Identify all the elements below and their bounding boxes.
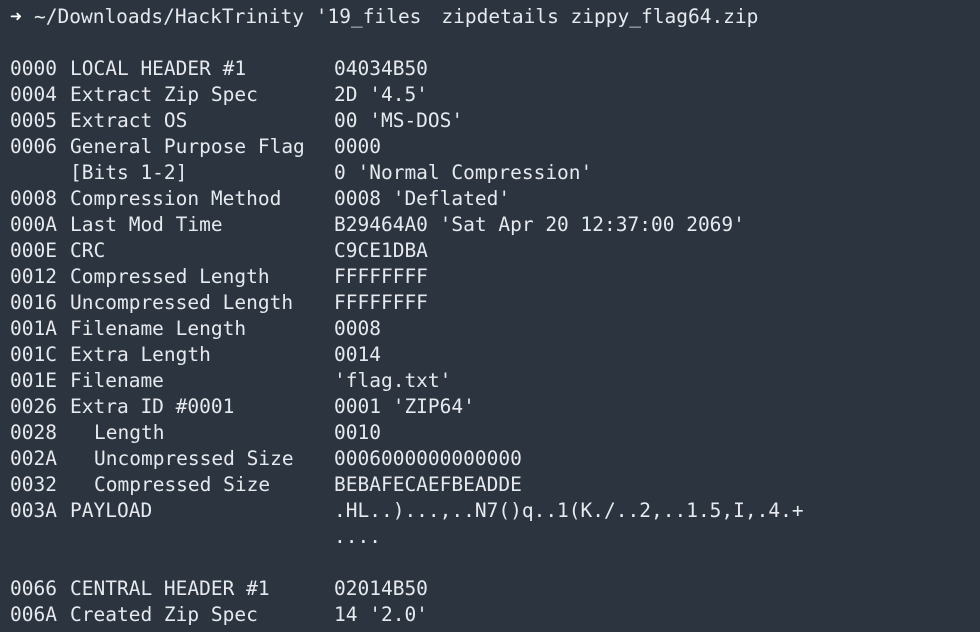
row-field-name: LOCAL HEADER #1 [70,57,247,80]
row-value: B29464A0 'Sat Apr 20 12:37:00 2069' [334,213,745,236]
row-offset: 000A [10,213,57,236]
output-row: 000A Last Mod Time B29464A0 'Sat Apr 20 12… [10,212,980,238]
row-field-name: Filename [70,369,164,392]
row-offset: 000E [10,239,57,262]
row-offset [10,160,70,186]
row-field-name: Extract OS [70,109,188,132]
row-field-name: Compressed Length [70,265,270,288]
row-field-name: Filename Length [70,317,247,340]
row-field-name: Length [94,421,165,444]
output-row: 0028 Length 0010 [10,420,980,446]
current-directory: ~/Downloads/HackTrinity '19_files [34,5,422,28]
row-field-name: Compressed Size [94,473,271,496]
prompt-arrow-icon: ➜ [10,5,22,28]
output-row: 006A Created Zip Spec 14 '2.0' [10,602,980,628]
row-field-name: Compression Method [70,187,282,210]
row-offset [10,524,70,550]
row-value: 0008 'Deflated' [334,187,511,210]
output-row: 001E Filename 'flag.txt' [10,368,980,394]
row-field-name: Uncompressed Length [70,291,294,314]
row-offset: 0016 [10,291,57,314]
row-field-name: General Purpose Flag [70,135,305,158]
output-row: 001C Extra Length 0014 [10,342,980,368]
row-offset: 0032 [10,473,57,496]
output-row: 0016 Uncompressed Length FFFFFFFF [10,290,980,316]
row-value: 0014 [334,343,381,366]
row-value: 0 'Normal Compression' [334,161,593,184]
output-row: 003A PAYLOAD .HL..)...,..N7()q..1(K./..2,.… [10,498,980,524]
row-field-name: Last Mod Time [70,213,223,236]
output-row: .... [10,524,980,550]
row-field-name: CENTRAL HEADER #1 [70,577,270,600]
row-field-name: PAYLOAD [70,499,153,522]
row-offset: 002A [10,447,57,470]
output-row: 0005 Extract OS 00 'MS-DOS' [10,108,980,134]
zipdetails-output: 0000 LOCAL HEADER #1 04034B50 0004 Extract Z… [10,56,980,550]
output-row: 0004 Extract Zip Spec 2D '4.5' [10,82,980,108]
row-offset: 0008 [10,187,57,210]
output-row: 0008 Compression Method 0008 'Deflated' [10,186,980,212]
output-row: 000E CRC C9CE1DBA [10,238,980,264]
row-field-name [70,524,334,550]
row-value: 'flag.txt' [334,369,452,392]
row-value: 0008 [334,317,381,340]
row-offset: 006A [10,603,57,626]
row-value: 0001 'ZIP64' [334,395,475,418]
output-row: 0006 General Purpose Flag 0000 [10,134,980,160]
row-value: FFFFFFFF [334,291,428,314]
row-offset: 0066 [10,577,57,600]
row-value: .HL..)...,..N7()q..1(K./..2,..1.5,I,.4.+ [334,499,804,522]
prompt-line: ➜ ~/Downloads/HackTrinity '19_files zipd… [10,4,980,30]
row-field-name: Extract Zip Spec [70,83,258,106]
row-offset: 001C [10,343,57,366]
row-value: 04034B50 [334,57,428,80]
output-row: 0000 LOCAL HEADER #1 04034B50 [10,56,980,82]
row-value: BEBAFECAEFBEADDE [334,473,522,496]
row-field-name: CRC [70,239,106,262]
output-row: 002A Uncompressed Size 0006000000000000 [10,446,980,472]
row-value: 0010 [334,421,381,444]
row-value: C9CE1DBA [334,239,428,262]
row-value: 00 'MS-DOS' [334,109,464,132]
row-value: FFFFFFFF [334,265,428,288]
output-row: 0026 Extra ID #0001 0001 'ZIP64' [10,394,980,420]
row-offset: 0006 [10,135,57,158]
row-offset: 001E [10,369,57,392]
command-text: zipdetails zippy_flag64.zip [441,5,759,28]
output-row: 0032 Compressed Size BEBAFECAEFBEADDE [10,472,980,498]
row-value: .... [334,525,381,548]
row-field-name: Uncompressed Size [94,447,294,470]
row-offset: 003A [10,499,57,522]
row-offset: 0028 [10,421,57,444]
output-row: 001A Filename Length 0008 [10,316,980,342]
row-value: 0006000000000000 [334,447,522,470]
zipdetails-output-central: 0066 CENTRAL HEADER #1 02014B50 006A Created… [10,576,980,628]
row-value: 14 '2.0' [334,603,428,626]
output-row: [Bits 1-2] 0 'Normal Compression' [10,160,980,186]
row-offset: 001A [10,317,57,340]
row-offset: 0026 [10,395,57,418]
row-field-name: [Bits 1-2] [70,161,188,184]
row-field-name: Created Zip Spec [70,603,258,626]
row-field-name: Extra ID #0001 [70,395,235,418]
output-row: 0012 Compressed Length FFFFFFFF [10,264,980,290]
row-value: 2D '4.5' [334,83,428,106]
row-offset: 0012 [10,265,57,288]
row-value: 02014B50 [334,577,428,600]
row-offset: 0004 [10,83,57,106]
row-field-name: Extra Length [70,343,211,366]
row-value: 0000 [334,135,381,158]
row-offset: 0000 [10,57,57,80]
row-offset: 0005 [10,109,57,132]
terminal-window[interactable]: ➜ ~/Downloads/HackTrinity '19_files zipd… [0,0,980,632]
output-row: 0066 CENTRAL HEADER #1 02014B50 [10,576,980,602]
